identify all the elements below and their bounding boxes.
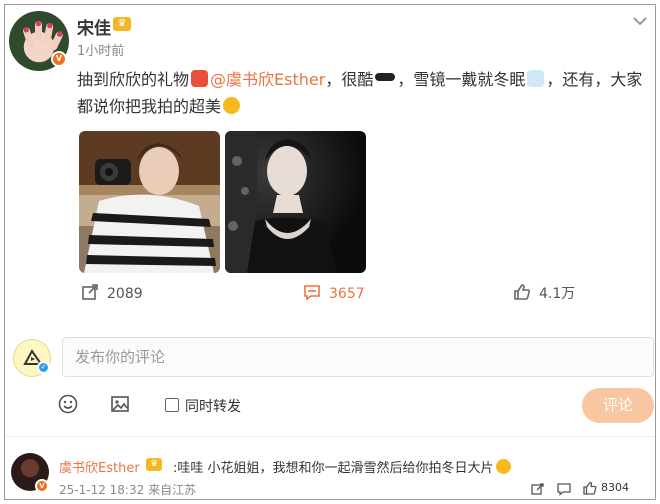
repost-button[interactable]: 2089 xyxy=(81,283,143,305)
repost-count: 2089 xyxy=(107,286,143,302)
like-button[interactable]: 4.1万 xyxy=(513,283,575,305)
nail xyxy=(56,30,63,38)
divider xyxy=(5,436,655,437)
comment-like-icon[interactable] xyxy=(583,480,597,499)
crown-icon: ♛ xyxy=(146,458,162,471)
mention-link[interactable]: @虞书欣Esther xyxy=(210,70,325,89)
post-time[interactable]: 1小时前 xyxy=(77,40,124,59)
nail xyxy=(23,26,30,34)
comment-reply-icon[interactable] xyxy=(557,481,571,499)
comment-text: :哇哇 小花姐姐，我想和你一起滑雪然后给你拍冬日大片 xyxy=(173,457,513,476)
post-text-part: ，很酷 xyxy=(325,70,374,89)
commenter-name[interactable]: 虞书欣Esther xyxy=(59,457,140,476)
post-text: 抽到欣欣的礼物 @虞书欣Esther，很酷 ，雪镜一戴就冬眠 ，还有，大家都说你把我拍… xyxy=(77,66,652,120)
comment-date: 25-1-12 18:32 xyxy=(59,483,145,497)
chevron-down-icon[interactable] xyxy=(633,11,647,30)
comment-input[interactable]: 发布你的评论 xyxy=(62,337,654,377)
sleep-icon xyxy=(527,70,545,87)
comment-text-body: :哇哇 小花姐姐，我想和你一起滑雪然后给你拍冬日大片 xyxy=(173,461,494,476)
comment-button[interactable]: 3657 xyxy=(303,283,365,305)
like-icon xyxy=(513,283,531,308)
post-text-part: 抽到欣欣的礼物 xyxy=(77,70,190,89)
comment-location: 来自江苏 xyxy=(148,483,197,497)
repost-checkbox[interactable] xyxy=(165,398,179,412)
image-icon[interactable] xyxy=(110,394,130,418)
submit-comment-button[interactable]: 评论 xyxy=(582,388,654,423)
verified-badge-small: ✓ xyxy=(37,361,50,374)
post-image[interactable] xyxy=(79,131,220,273)
comment-count: 3657 xyxy=(329,286,365,302)
verified-badge: V xyxy=(51,51,67,67)
verified-badge: V xyxy=(35,479,49,493)
grin-emoji-icon xyxy=(495,459,511,474)
gift-icon xyxy=(191,70,209,87)
surprised-emoji-icon xyxy=(223,97,241,114)
weibo-post-card: V 宋佳 ♛ 1小时前 抽到欣欣的礼物 @虞书欣Esther，很酷 ，雪镜一戴就冬眠… xyxy=(4,4,656,500)
sunglasses-icon xyxy=(375,73,396,81)
post-text-part: ，雪镜一戴就冬眠 xyxy=(397,70,526,89)
comment-meta: 25-1-12 18:32 来自江苏 xyxy=(59,481,196,498)
like-count: 4.1万 xyxy=(539,286,576,302)
nail xyxy=(46,22,53,29)
comment-repost-icon[interactable] xyxy=(531,481,545,499)
repost-checkbox-label[interactable]: 同时转发 xyxy=(185,396,241,416)
avatar-finger xyxy=(22,26,35,48)
nail xyxy=(36,21,41,26)
repost-icon xyxy=(81,283,99,308)
crown-icon: ♛ xyxy=(113,17,131,31)
post-image[interactable] xyxy=(225,131,366,273)
emoji-icon[interactable] xyxy=(58,394,78,418)
author-name[interactable]: 宋佳 xyxy=(77,14,111,39)
comment-icon xyxy=(303,283,321,308)
avatar-finger xyxy=(35,21,42,41)
comment-like-count: 8304 xyxy=(601,481,629,494)
